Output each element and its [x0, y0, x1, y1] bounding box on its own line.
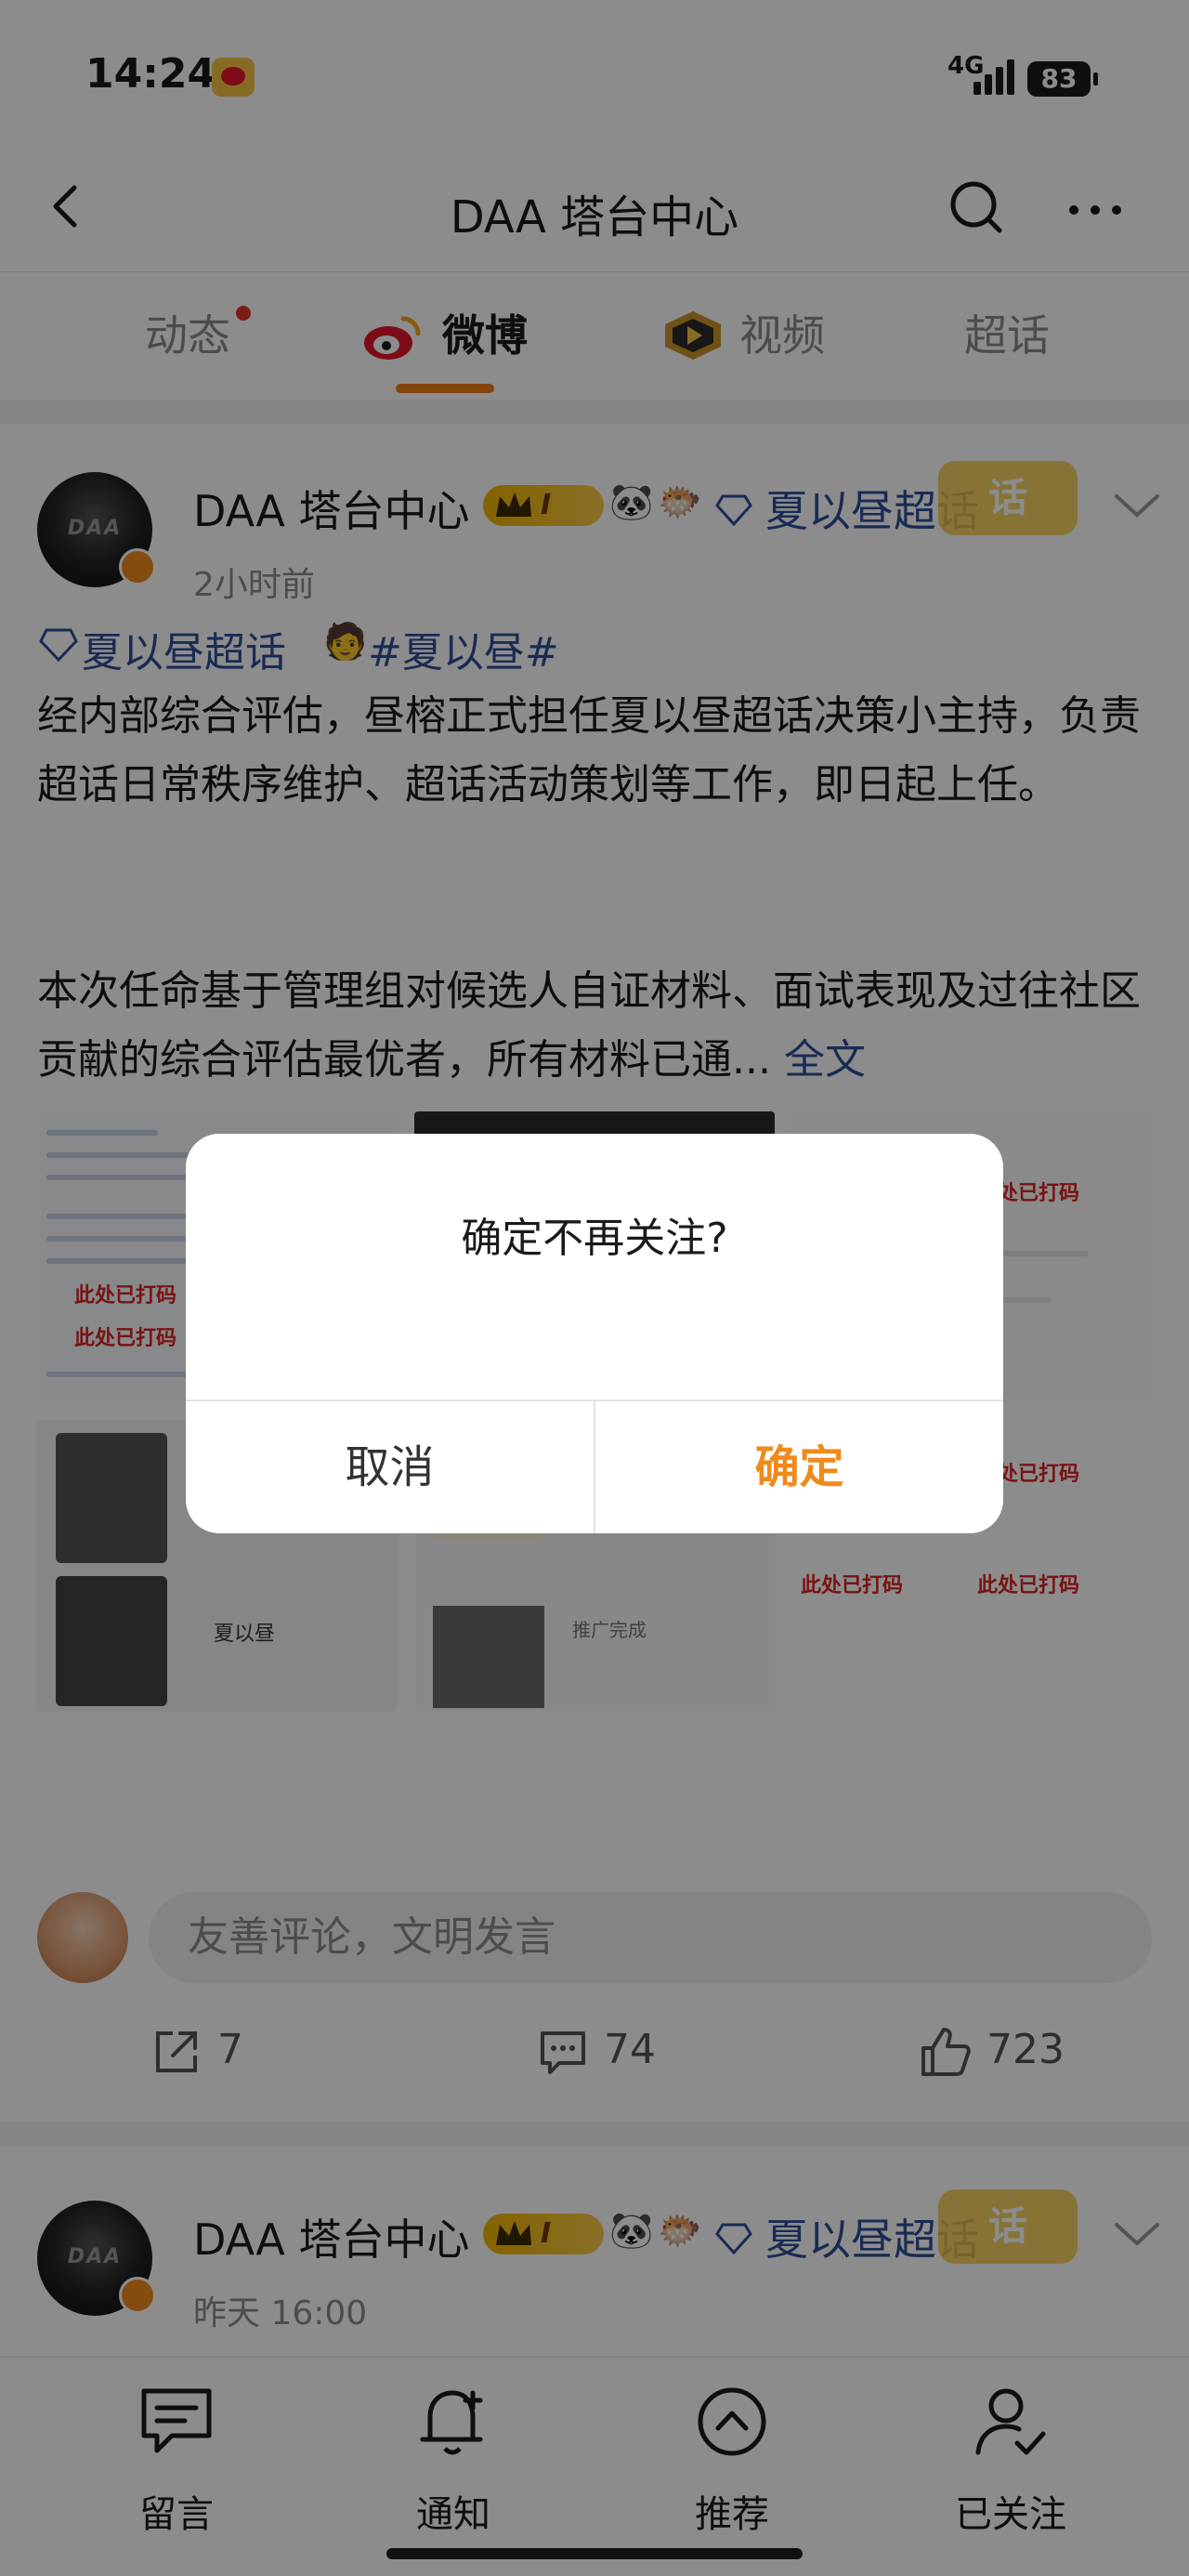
cancel-button[interactable]: 取消 — [186, 1401, 594, 1533]
confirm-button[interactable]: 确定 — [595, 1401, 1003, 1533]
dialog-message: 确定不再关注? — [461, 1215, 728, 1262]
unfollow-confirm-dialog: 确定不再关注? 取消 确定 — [186, 1134, 1003, 1533]
home-indicator[interactable] — [386, 2548, 803, 2559]
